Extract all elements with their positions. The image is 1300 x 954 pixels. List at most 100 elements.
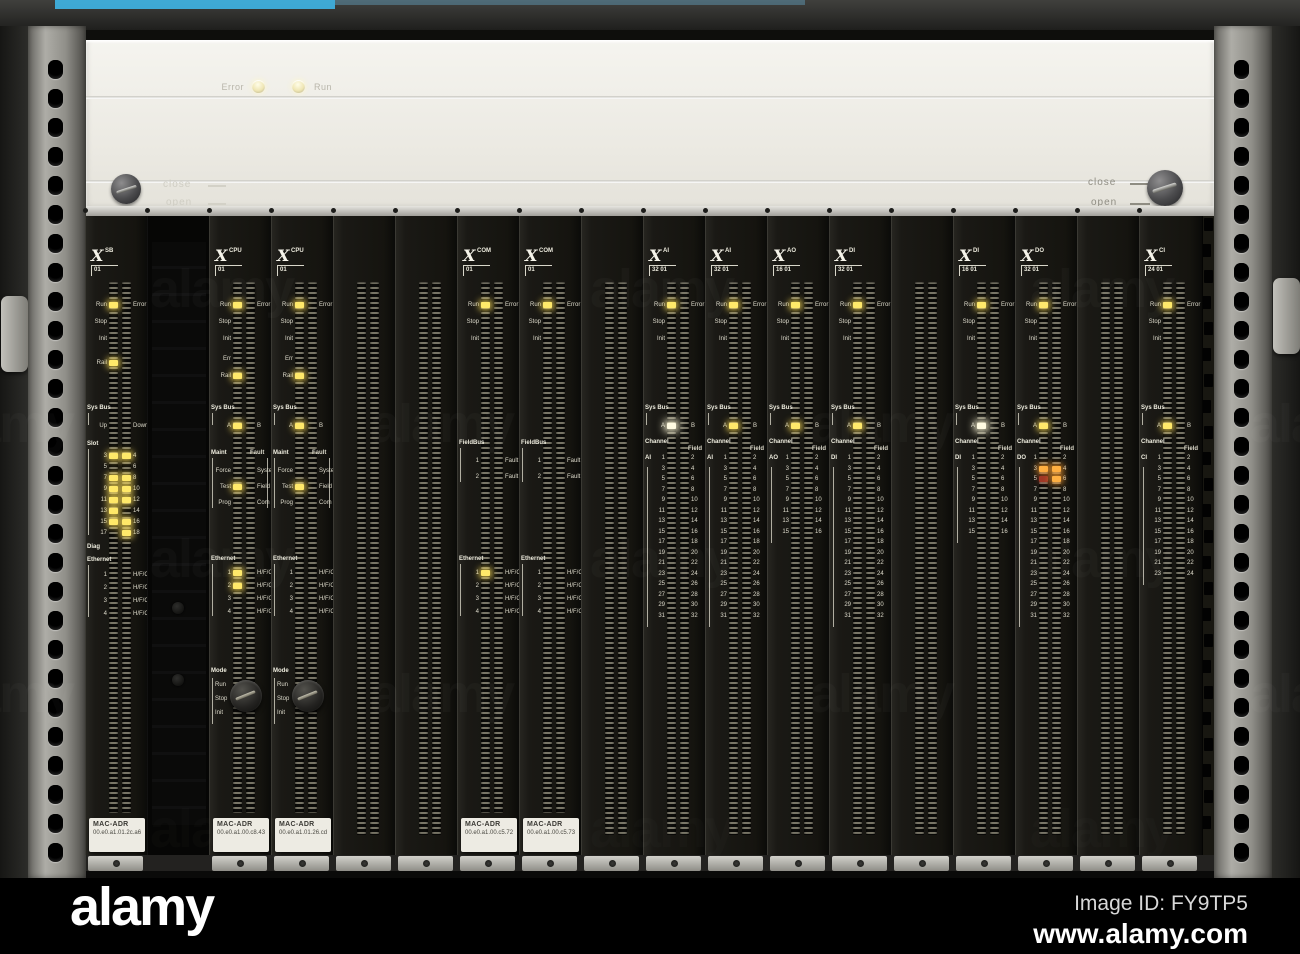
channel-number: 1 [847, 455, 851, 461]
watermark-tile: alamy [1030, 799, 1174, 859]
title-underline [835, 265, 862, 266]
channel-number: 28 [691, 591, 698, 598]
handle-screw [422, 860, 430, 867]
status-label: Stop [776, 319, 789, 325]
sysbus-a-label: Up [99, 423, 107, 429]
right-latch [1273, 278, 1300, 354]
rail-hole [48, 263, 63, 282]
alamy-logo: alamy [70, 877, 215, 937]
status-led [233, 484, 242, 490]
module-slot-5-blank [333, 212, 397, 855]
status-led [729, 423, 738, 429]
channel-number: 6 [1063, 476, 1067, 482]
channel-number: 3 [661, 465, 665, 472]
channel-number: 31 [658, 612, 665, 619]
sysbus-a-label: A [660, 423, 665, 429]
channel-number: 11 [1154, 507, 1161, 514]
channel-number: 22 [877, 560, 884, 566]
channel-number: 30 [1063, 602, 1070, 608]
rail-hole [1234, 437, 1249, 456]
channel-number: 4 [877, 465, 881, 472]
mode-option-label: Init [215, 710, 224, 716]
watermark-tile: alamy [590, 259, 734, 319]
channel-number: 10 [753, 497, 760, 503]
mac-adr-value: 00.e0.a1.01.2c.a6 [93, 830, 142, 836]
rail-hole [1234, 785, 1249, 804]
status-label: Run [777, 302, 789, 308]
handle-screw [112, 860, 120, 867]
image-id-text: Image ID: FY9TP5 [1074, 892, 1248, 915]
handle-screw [1042, 860, 1050, 867]
vent-hole [1204, 270, 1213, 283]
module-type-label: DO [1035, 248, 1044, 254]
rail-screw [951, 208, 956, 213]
channel-label: Channel [707, 439, 731, 445]
status-label: Init [1028, 336, 1037, 342]
module-logo-x: X [463, 246, 476, 265]
mac-adr-label: MAC-ADR [527, 821, 563, 828]
slot-number: 13 [100, 508, 107, 514]
channel-number: 10 [1063, 497, 1070, 503]
sysbus-label: Sys Bus [1141, 405, 1165, 411]
led-strip [742, 282, 751, 835]
fault-row-label: Com [257, 500, 270, 506]
status-led [233, 373, 242, 379]
rail-hole [48, 176, 63, 195]
rail-hole [1234, 843, 1249, 862]
channel-label: Channel [645, 439, 669, 445]
channel-number: 5 [971, 476, 975, 482]
module-type-label: SB [105, 248, 114, 254]
watermark-tile: alamy [1030, 529, 1174, 589]
led-strip [791, 282, 800, 835]
ethernet-port-number: 3 [475, 596, 479, 602]
module-slot-14-blank [891, 212, 955, 855]
slot-number: 7 [103, 475, 107, 481]
sysbus-b-label: B [1063, 423, 1068, 429]
led-strip [494, 282, 503, 813]
channel-number: 21 [844, 560, 851, 566]
channel-number: 20 [877, 549, 884, 556]
channel-number: 12 [1001, 507, 1008, 514]
rail-hole [1234, 582, 1249, 601]
ethernet-label: Ethernet [521, 556, 546, 562]
field-label: Field [998, 446, 1013, 452]
handle-screw [670, 860, 678, 867]
watermark-tile: alamy [1030, 259, 1174, 319]
module-slot-15-di: X DI 16 01 Run Error Stop Init Sys Bus A B Channel… [953, 212, 1017, 855]
rail-screw [579, 208, 584, 213]
channel-number: 23 [844, 570, 851, 577]
channel-label: Channel [955, 439, 979, 445]
vent-hole [1204, 374, 1213, 387]
channel-number: 27 [720, 591, 727, 598]
status-led [1052, 465, 1061, 472]
led-strip [370, 282, 379, 835]
sysbus-b-label: B [1187, 423, 1192, 429]
handle-screw [980, 860, 988, 867]
channel-number: 13 [720, 518, 727, 524]
sysbus-a-label: A [784, 423, 789, 429]
channel-number: 29 [1030, 602, 1037, 608]
channel-number: 13 [1030, 518, 1037, 524]
channel-number: 26 [877, 581, 884, 587]
rail-screw [207, 208, 212, 213]
channel-number: 12 [1187, 507, 1194, 514]
status-led [122, 486, 131, 492]
status-led [233, 423, 242, 429]
sysbus-a-label: A [226, 423, 231, 429]
channel-number: 9 [1157, 497, 1161, 503]
title-tick [525, 265, 526, 276]
watermark-tile: alamy [590, 529, 734, 589]
rail-hole [48, 785, 63, 804]
handle-screw [546, 860, 554, 867]
status-led [122, 519, 131, 525]
status-label: Init [222, 336, 231, 342]
field-label: Field [750, 446, 765, 452]
status-label: Error [567, 302, 581, 308]
mode-option-label: Run [277, 682, 289, 688]
vent-hole [1204, 582, 1213, 595]
led-strip [928, 282, 937, 835]
channel-number: 8 [753, 486, 757, 493]
fault-row-label: Field [319, 484, 333, 490]
ethernet-port-number: 1 [475, 570, 479, 576]
sysbus-a-label: A [1032, 423, 1037, 429]
